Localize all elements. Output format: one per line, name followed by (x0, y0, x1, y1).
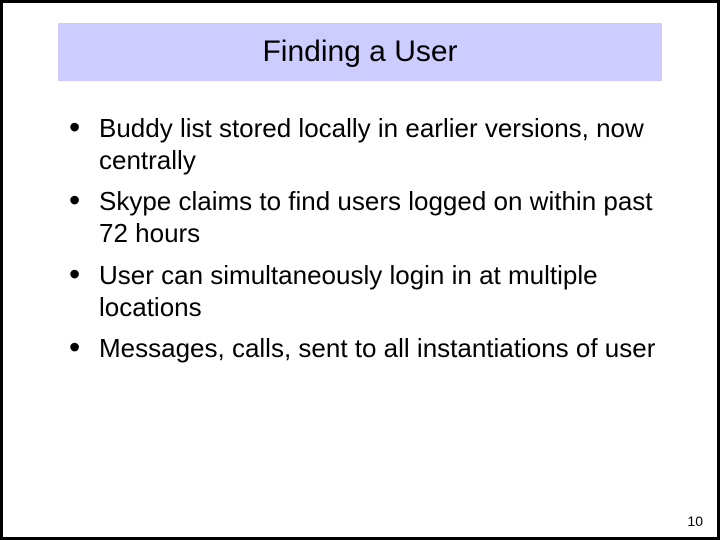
slide: Finding a User Buddy list stored locally… (0, 0, 720, 540)
title-band: Finding a User (58, 23, 662, 81)
bullet-item: User can simultaneously login in at mult… (63, 260, 657, 323)
bullet-item: Messages, calls, sent to all instantiati… (63, 333, 657, 365)
page-number: 10 (687, 513, 703, 529)
bullet-item: Skype claims to find users logged on wit… (63, 186, 657, 249)
bullet-item: Buddy list stored locally in earlier ver… (63, 113, 657, 176)
slide-title: Finding a User (262, 35, 457, 69)
slide-body: Buddy list stored locally in earlier ver… (63, 113, 657, 497)
bullet-list: Buddy list stored locally in earlier ver… (63, 113, 657, 365)
